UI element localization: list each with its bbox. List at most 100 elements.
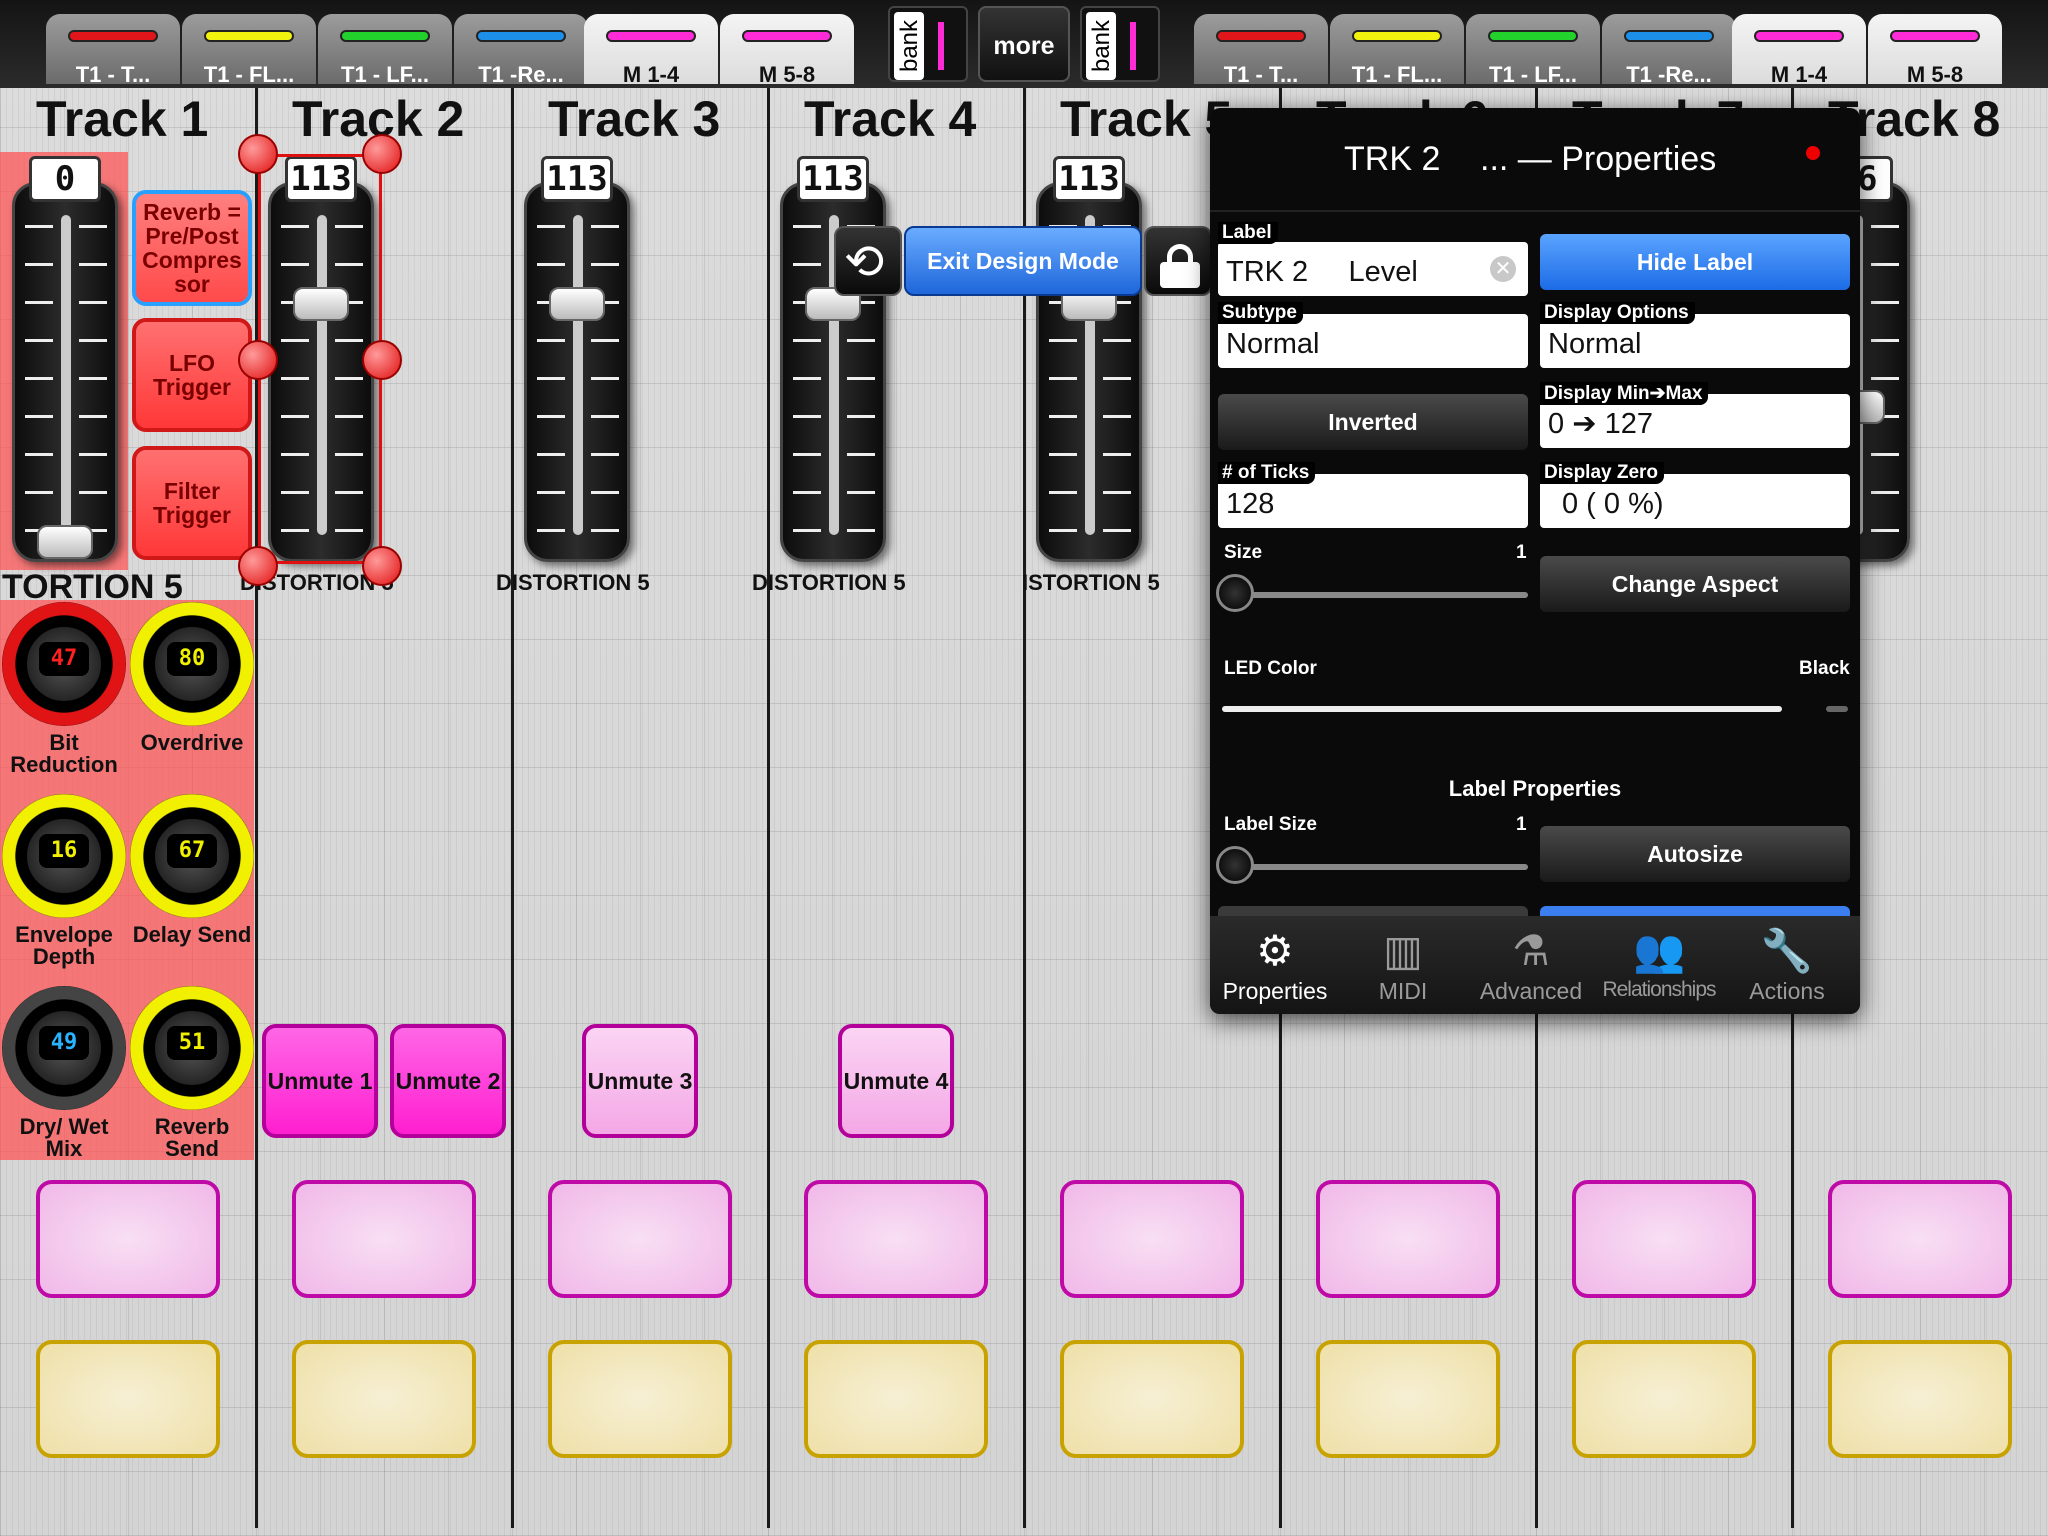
fader-tick — [25, 263, 53, 266]
lock-button[interactable] — [1144, 226, 1212, 296]
lfo-trigger-button[interactable]: LFO Trigger — [132, 318, 252, 432]
label-value: TRK 2 Level — [1226, 256, 1418, 288]
page-tab-3[interactable]: T1 - LF... — [1466, 14, 1600, 87]
pink-pad[interactable] — [1572, 1180, 1756, 1298]
pink-pad[interactable] — [36, 1180, 220, 1298]
yellow-pad[interactable] — [804, 1340, 988, 1458]
resize-handle[interactable] — [238, 340, 278, 380]
tab-midi[interactable]: ▥ MIDI — [1338, 924, 1468, 1005]
label-size-slider[interactable] — [1228, 864, 1528, 870]
inverted-button[interactable]: Inverted — [1218, 394, 1528, 450]
page-tab-3[interactable]: T1 - LF... — [318, 14, 452, 87]
properties-popup: TRK 2 ... — Properties Label TRK 2 Level… — [1210, 108, 1860, 1014]
filter-trigger-button[interactable]: Filter Trigger — [132, 446, 252, 560]
resize-handle[interactable] — [238, 134, 278, 174]
yellow-pad[interactable] — [1060, 1340, 1244, 1458]
knob-reverb-send[interactable]: 51 — [130, 986, 254, 1110]
page-tab-6[interactable]: M 5-8 — [720, 14, 854, 87]
reverb-prepost-button[interactable]: Reverb = Pre/Post Compres sor — [132, 190, 252, 306]
tab-label: T1 - T... — [1223, 62, 1299, 87]
fader-tick — [25, 415, 53, 418]
fader-tick — [537, 415, 565, 418]
tab-relationships[interactable]: 👥 Relationships — [1594, 924, 1724, 1002]
column-divider — [511, 88, 514, 1528]
resize-handle[interactable] — [362, 546, 402, 586]
yellow-pad[interactable] — [548, 1340, 732, 1458]
knob-envelope-depth[interactable]: 16 — [2, 794, 126, 918]
page-tab-5[interactable]: M 1-4 — [584, 14, 718, 87]
page-tab-5[interactable]: M 1-4 — [1732, 14, 1866, 87]
fader-tick — [537, 263, 565, 266]
fader-tick — [25, 453, 53, 456]
page-tab-4[interactable]: T1 -Re... — [1602, 14, 1736, 87]
resize-handle[interactable] — [362, 340, 402, 380]
track-3-fader[interactable] — [524, 182, 630, 562]
fader-tick — [1103, 491, 1131, 494]
tab-color-stripe — [1754, 30, 1844, 42]
autosize-button[interactable]: Autosize — [1540, 826, 1850, 882]
bank-selector-right[interactable]: bank — [1080, 6, 1160, 82]
size-slider[interactable] — [1228, 592, 1528, 598]
bank-selector-left[interactable]: bank — [888, 6, 968, 82]
track-1-fader[interactable] — [12, 182, 118, 562]
fader-tick — [1103, 377, 1131, 380]
pink-pad[interactable] — [1828, 1180, 2012, 1298]
knob-label: Delay Send — [132, 922, 252, 947]
yellow-pad[interactable] — [292, 1340, 476, 1458]
fader-cap[interactable] — [549, 287, 605, 322]
tab-color-stripe — [606, 30, 696, 42]
fader-tick — [793, 491, 821, 494]
hide-label-button[interactable]: Hide Label — [1540, 234, 1850, 290]
pink-pad[interactable] — [804, 1180, 988, 1298]
page-tab-2[interactable]: T1 - FL... — [1330, 14, 1464, 87]
change-aspect-button[interactable]: Change Aspect — [1540, 556, 1850, 612]
unmute-2-button[interactable]: Unmute 2 — [390, 1024, 506, 1138]
label-size-slider-thumb[interactable] — [1216, 846, 1254, 884]
size-slider-thumb[interactable] — [1216, 574, 1254, 612]
page-tab-2[interactable]: T1 - FL... — [182, 14, 316, 87]
page-tab-1[interactable]: T1 - T... — [1194, 14, 1328, 87]
knob-value: 80 — [167, 642, 217, 676]
clear-icon[interactable]: ✕ — [1490, 256, 1516, 282]
page-tab-bar: T1 - T... T1 - FL... T1 - LF... T1 -Re... M … — [0, 0, 2048, 88]
knob-delay-send[interactable]: 67 — [130, 794, 254, 918]
tab-advanced[interactable]: ⚗ Advanced — [1466, 924, 1596, 1005]
fader-tick — [591, 263, 619, 266]
pink-pad[interactable] — [292, 1180, 476, 1298]
resize-handle[interactable] — [238, 546, 278, 586]
fader-tick — [25, 491, 53, 494]
knob-bit-reduction[interactable]: 47 — [2, 602, 126, 726]
pink-pad[interactable] — [548, 1180, 732, 1298]
more-button[interactable]: more — [978, 6, 1070, 82]
fader-tick — [847, 339, 875, 342]
popup-title: ... — Properties — [1480, 140, 1717, 178]
tab-actions[interactable]: 🔧 Actions — [1722, 924, 1852, 1005]
unmute-3-button[interactable]: Unmute 3 — [582, 1024, 698, 1138]
knob-label: Reverb Send — [154, 1114, 230, 1161]
knob-dry-wet-mix[interactable]: 49 — [2, 986, 126, 1110]
yellow-pad[interactable] — [1828, 1340, 2012, 1458]
pink-pad[interactable] — [1060, 1180, 1244, 1298]
yellow-pad[interactable] — [36, 1340, 220, 1458]
display-minmax-caption: Display Min➔Max — [1540, 382, 1709, 405]
exit-design-mode-button[interactable]: Exit Design Mode — [904, 226, 1142, 296]
fader-tick — [591, 339, 619, 342]
label-input[interactable]: TRK 2 Level ✕ — [1218, 242, 1528, 296]
unmute-4-button[interactable]: Unmute 4 — [838, 1024, 954, 1138]
tab-properties[interactable]: ⚙ Properties — [1210, 924, 1340, 1005]
yellow-pad[interactable] — [1572, 1340, 1756, 1458]
fader-tick — [591, 453, 619, 456]
page-tab-4[interactable]: T1 -Re... — [454, 14, 588, 87]
led-color-slider[interactable] — [1222, 706, 1782, 712]
pink-pad[interactable] — [1316, 1180, 1500, 1298]
unmute-1-button[interactable]: Unmute 1 — [262, 1024, 378, 1138]
yellow-pad[interactable] — [1316, 1340, 1500, 1458]
fader-cap[interactable] — [37, 525, 93, 559]
knob-overdrive[interactable]: 80 — [130, 602, 254, 726]
fader-tick — [1871, 453, 1899, 456]
page-tab-6[interactable]: M 5-8 — [1868, 14, 2002, 87]
tab-label: Relationships — [1602, 978, 1716, 1001]
resize-handle[interactable] — [362, 134, 402, 174]
page-tab-1[interactable]: T1 - T... — [46, 14, 180, 87]
undo-button[interactable]: ⟲ — [834, 226, 902, 296]
